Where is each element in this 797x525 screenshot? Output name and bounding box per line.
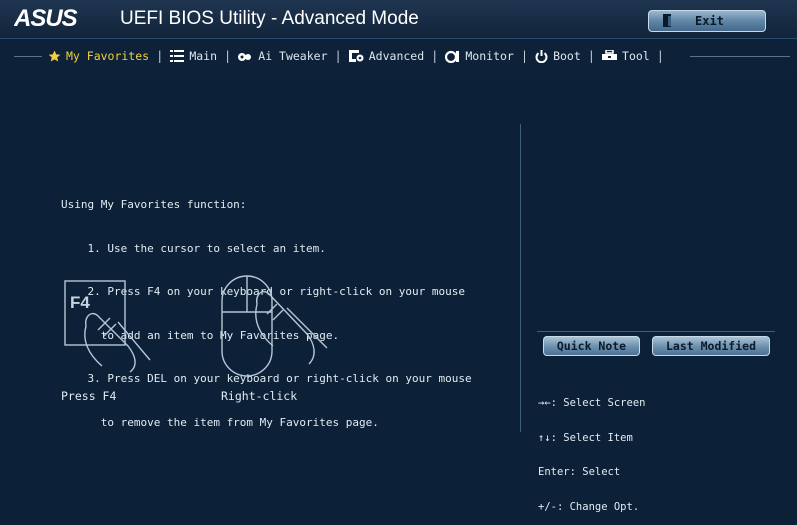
tab-tool[interactable]: Tool	[602, 49, 650, 63]
tab-monitor[interactable]: Monitor	[445, 49, 514, 63]
tab-label: My Favorites	[66, 49, 150, 63]
tab-separator: |	[520, 49, 529, 63]
tab-label: Advanced	[368, 49, 425, 63]
nav-rule-left	[14, 56, 42, 57]
power-icon	[535, 49, 548, 63]
tab-advanced[interactable]: Advanced	[348, 49, 425, 63]
monitor-icon	[445, 50, 460, 63]
panel-divider	[520, 124, 521, 432]
app-title: UEFI BIOS Utility - Advanced Mode	[120, 8, 419, 29]
tab-label: Boot	[553, 49, 581, 63]
tab-label: Main	[189, 49, 218, 63]
exit-door-icon	[663, 14, 671, 27]
tab-list: My Favorites | Main | Ai Tweaker | Advan…	[48, 49, 671, 63]
help-line: →←: Select Screen	[538, 397, 646, 409]
instruction-line: 1. Use the cursor to select an item.	[61, 241, 326, 255]
press-f4-caption: Press F4	[61, 389, 117, 403]
tab-separator: |	[334, 49, 342, 63]
side-panel-rule	[537, 331, 775, 332]
tweaker-icon	[238, 52, 252, 61]
last-modified-button[interactable]: Last Modified	[652, 336, 770, 356]
star-icon	[48, 50, 61, 61]
asus-logo: ASUS	[14, 6, 79, 30]
f4-key-illustration: F4	[64, 280, 151, 373]
list-icon	[170, 50, 185, 62]
tab-separator: |	[431, 49, 439, 63]
tab-label: Tool	[622, 49, 650, 63]
tab-ai-tweaker[interactable]: Ai Tweaker	[238, 49, 328, 63]
title-bar: ASUS UEFI BIOS Utility - Advanced Mode E…	[0, 0, 797, 38]
help-line: ↑↓: Select Item	[538, 431, 633, 444]
nav-rule-right	[690, 56, 790, 57]
tab-separator: |	[156, 49, 164, 63]
instructions-heading: Using My Favorites function:	[61, 198, 247, 211]
advanced-icon	[348, 50, 364, 62]
f4-key-label: F4	[70, 293, 90, 312]
key-help: →←: Select Screen ↑↓: Select Item Enter:…	[538, 375, 645, 525]
quick-note-button[interactable]: Quick Note	[543, 336, 640, 356]
tab-separator: |	[587, 49, 596, 63]
tab-main[interactable]: Main	[170, 49, 217, 63]
right-click-caption: Right-click	[221, 389, 298, 403]
tab-boot[interactable]: Boot	[535, 49, 581, 63]
mouse-illustration	[221, 275, 328, 377]
svg-text:ASUS: ASUS	[14, 6, 78, 30]
tab-label: Monitor	[465, 49, 514, 63]
tab-my-favorites[interactable]: My Favorites	[48, 49, 149, 63]
exit-label: Exit	[695, 14, 724, 28]
main-tab-bar: My Favorites | Main | Ai Tweaker | Advan…	[0, 38, 797, 77]
help-line: +/-: Change Opt.	[538, 500, 640, 513]
instruction-line: to remove the item from My Favorites pag…	[61, 415, 379, 429]
tab-separator: |	[656, 49, 664, 63]
tool-icon	[602, 50, 618, 60]
tab-separator: |	[224, 49, 232, 63]
tab-label: Ai Tweaker	[258, 49, 328, 63]
help-line: Enter: Select	[538, 466, 621, 478]
exit-button[interactable]: Exit	[648, 10, 766, 32]
